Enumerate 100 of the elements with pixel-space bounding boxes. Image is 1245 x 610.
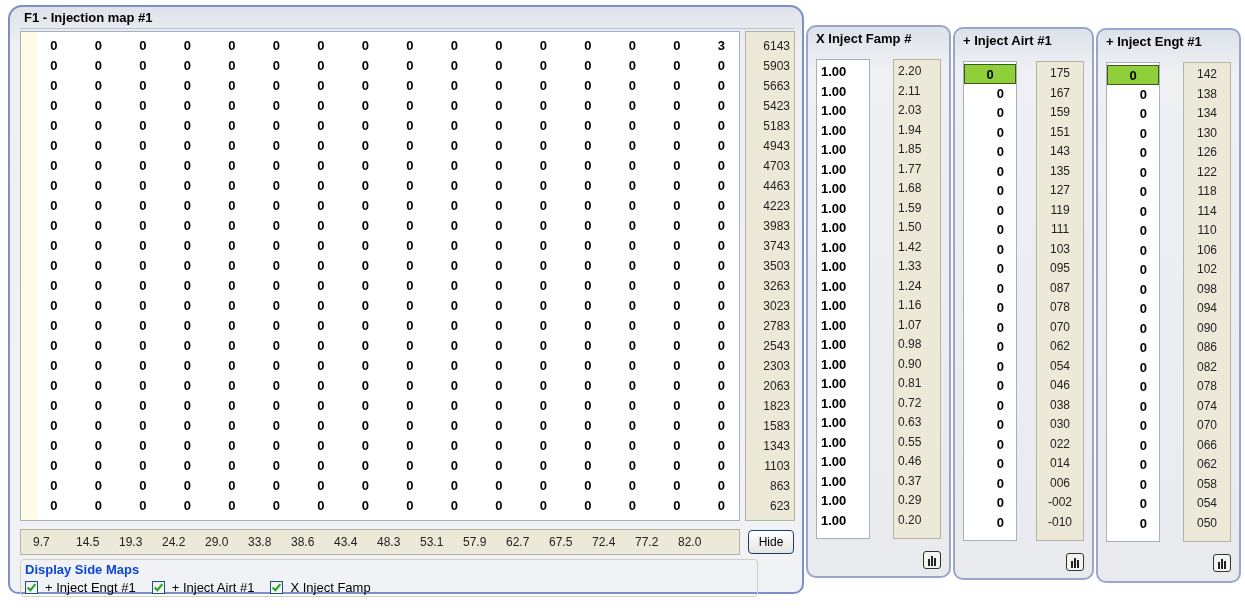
table-cell[interactable]: 0 — [65, 356, 110, 376]
table-cell[interactable]: 0 — [21, 376, 66, 396]
value-cell[interactable]: 1.00 — [817, 491, 869, 511]
value-cell[interactable]: 0 — [1107, 338, 1159, 358]
table-cell[interactable]: 0 — [644, 296, 689, 316]
table-cell[interactable]: 0 — [199, 376, 244, 396]
table-cell[interactable]: 0 — [510, 456, 555, 476]
table-cell[interactable]: 0 — [599, 36, 644, 56]
table-cell[interactable]: 0 — [466, 376, 511, 396]
table-cell[interactable]: 0 — [65, 136, 110, 156]
value-cell[interactable]: 0 — [1107, 455, 1159, 475]
table-cell[interactable]: 0 — [21, 76, 66, 96]
checkbox-label[interactable]: + Inject Engt #1 — [45, 580, 136, 595]
table-cell[interactable]: 0 — [421, 496, 466, 516]
table-cell[interactable]: 0 — [332, 136, 377, 156]
table-cell[interactable]: 0 — [288, 256, 333, 276]
table-cell[interactable]: 0 — [243, 316, 288, 336]
table-cell[interactable]: 0 — [288, 76, 333, 96]
table-cell[interactable]: 0 — [110, 36, 155, 56]
table-cell[interactable]: 0 — [466, 56, 511, 76]
table-cell[interactable]: 0 — [110, 276, 155, 296]
table-cell[interactable]: 0 — [21, 436, 66, 456]
table-cell[interactable]: 0 — [510, 436, 555, 456]
table-cell[interactable]: 0 — [288, 276, 333, 296]
table-cell[interactable]: 0 — [110, 176, 155, 196]
table-cell[interactable]: 0 — [65, 156, 110, 176]
table-cell[interactable]: 0 — [377, 376, 422, 396]
table-cell[interactable]: 0 — [332, 436, 377, 456]
table-cell[interactable]: 0 — [199, 336, 244, 356]
table-cell[interactable]: 0 — [688, 356, 733, 376]
table-cell[interactable]: 0 — [21, 336, 66, 356]
table-cell[interactable]: 0 — [555, 76, 600, 96]
table-cell[interactable]: 0 — [21, 476, 66, 496]
table-cell[interactable]: 0 — [555, 216, 600, 236]
table-cell[interactable]: 0 — [21, 156, 66, 176]
value-cell[interactable]: 0 — [1107, 84, 1159, 104]
table-cell[interactable]: 0 — [421, 96, 466, 116]
table-cell[interactable]: 0 — [332, 316, 377, 336]
table-cell[interactable]: 0 — [110, 436, 155, 456]
value-cell[interactable]: 1.00 — [817, 81, 869, 101]
table-cell[interactable]: 0 — [377, 276, 422, 296]
table-cell[interactable]: 0 — [21, 136, 66, 156]
value-cell[interactable]: 0 — [964, 454, 1016, 474]
table-cell[interactable]: 0 — [332, 456, 377, 476]
value-cell[interactable]: 0 — [1107, 182, 1159, 202]
table-cell[interactable]: 0 — [599, 336, 644, 356]
table-cell[interactable]: 0 — [688, 196, 733, 216]
table-cell[interactable]: 0 — [510, 336, 555, 356]
table-cell[interactable]: 0 — [154, 316, 199, 336]
table-cell[interactable]: 0 — [288, 336, 333, 356]
table-cell[interactable]: 0 — [599, 296, 644, 316]
table-cell[interactable]: 0 — [199, 56, 244, 76]
value-cell[interactable]: 0 — [1107, 357, 1159, 377]
table-cell[interactable]: 0 — [243, 476, 288, 496]
table-cell[interactable]: 0 — [644, 156, 689, 176]
table-cell[interactable]: 0 — [199, 456, 244, 476]
table-cell[interactable]: 0 — [288, 416, 333, 436]
table-cell[interactable]: 0 — [555, 176, 600, 196]
table-cell[interactable]: 0 — [421, 256, 466, 276]
table-cell[interactable]: 0 — [688, 456, 733, 476]
table-cell[interactable]: 0 — [466, 36, 511, 56]
table-cell[interactable]: 0 — [377, 116, 422, 136]
table-cell[interactable]: 0 — [421, 116, 466, 136]
table-cell[interactable]: 0 — [21, 196, 66, 216]
table-cell[interactable]: 0 — [555, 296, 600, 316]
table-cell[interactable]: 0 — [199, 316, 244, 336]
value-cell[interactable]: 0 — [1107, 65, 1159, 85]
table-cell[interactable]: 0 — [21, 216, 66, 236]
table-cell[interactable]: 0 — [21, 316, 66, 336]
value-cell[interactable]: 0 — [1107, 377, 1159, 397]
table-cell[interactable]: 0 — [65, 456, 110, 476]
table-cell[interactable]: 0 — [243, 416, 288, 436]
table-cell[interactable]: 0 — [377, 216, 422, 236]
value-cell[interactable]: 1.00 — [817, 159, 869, 179]
table-cell[interactable]: 0 — [510, 356, 555, 376]
table-cell[interactable]: 0 — [154, 76, 199, 96]
table-cell[interactable]: 0 — [510, 136, 555, 156]
table-cell[interactable]: 0 — [243, 76, 288, 96]
table-cell[interactable]: 0 — [199, 416, 244, 436]
table-cell[interactable]: 0 — [510, 96, 555, 116]
table-cell[interactable]: 0 — [466, 476, 511, 496]
value-cell[interactable]: 0 — [1107, 299, 1159, 319]
table-cell[interactable]: 0 — [332, 96, 377, 116]
table-cell[interactable]: 0 — [377, 476, 422, 496]
value-cell[interactable]: 0 — [1107, 318, 1159, 338]
graph-button[interactable] — [1213, 554, 1231, 572]
table-cell[interactable]: 0 — [466, 276, 511, 296]
table-cell[interactable]: 0 — [421, 136, 466, 156]
table-cell[interactable]: 0 — [377, 316, 422, 336]
table-cell[interactable]: 0 — [377, 96, 422, 116]
table-cell[interactable]: 0 — [555, 416, 600, 436]
table-cell[interactable]: 0 — [288, 476, 333, 496]
table-cell[interactable]: 0 — [688, 176, 733, 196]
table-cell[interactable]: 0 — [332, 116, 377, 136]
table-cell[interactable]: 0 — [199, 96, 244, 116]
table-cell[interactable]: 0 — [555, 336, 600, 356]
table-cell[interactable]: 0 — [65, 236, 110, 256]
table-cell[interactable]: 0 — [510, 296, 555, 316]
table-cell[interactable]: 0 — [154, 136, 199, 156]
checkbox-label[interactable]: + Inject Airt #1 — [171, 580, 255, 595]
